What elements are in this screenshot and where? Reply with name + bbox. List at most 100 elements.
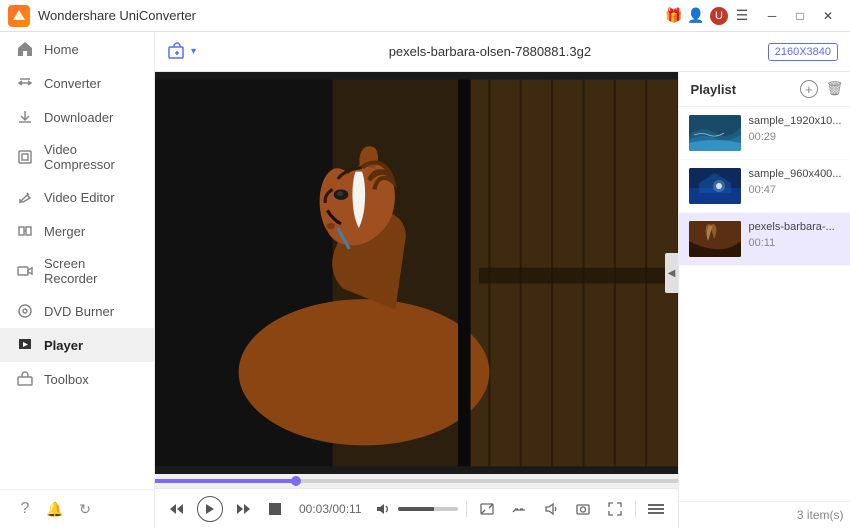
fit-screen-button[interactable]: [475, 497, 499, 521]
gift-icon[interactable]: 🎁: [666, 8, 682, 24]
playlist-item-name: sample_960x400...: [749, 168, 846, 180]
playlist-item[interactable]: sample_960x400... 00:47: [679, 160, 850, 213]
sidebar-label-player: Player: [44, 338, 83, 353]
playlist-item-duration: 00:29: [749, 131, 846, 143]
player-header: ▾ pexels-barbara-olsen-7880881.3g2 2160X…: [155, 32, 850, 72]
volume-area: [370, 497, 458, 521]
time-display: 00:03/00:11: [299, 502, 362, 516]
playlist-panel: Playlist + 🗑: [678, 72, 850, 528]
titlebar: Wondershare UniConverter 🎁 👤 U ☰ ─ □ ✕: [0, 0, 850, 32]
app-logo: [8, 5, 30, 27]
sidebar-label-downloader: Downloader: [44, 110, 113, 125]
app-title: Wondershare UniConverter: [38, 8, 666, 23]
add-file-button[interactable]: ▾: [167, 42, 196, 62]
file-title: pexels-barbara-olsen-7880881.3g2: [212, 44, 768, 59]
close-button[interactable]: ✕: [814, 5, 842, 27]
thumbnail-1: [689, 115, 741, 151]
sidebar-label-video-editor: Video Editor: [44, 190, 115, 205]
sidebar-label-dvd-burner: DVD Burner: [44, 304, 114, 319]
sidebar-label-screen-recorder: Screen Recorder: [44, 256, 138, 286]
content-area: ▾ pexels-barbara-olsen-7880881.3g2 2160X…: [155, 32, 850, 528]
sidebar-label-toolbox: Toolbox: [44, 372, 89, 387]
stop-button[interactable]: [263, 497, 287, 521]
sidebar: Home Converter Downloader Video Compress…: [0, 32, 155, 528]
help-icon[interactable]: ?: [16, 500, 34, 518]
user-icon[interactable]: 👤: [688, 8, 704, 24]
playlist-item-info: sample_1920x10... 00:29: [749, 115, 846, 151]
thumbnail-2: [689, 168, 741, 204]
progress-thumb[interactable]: [291, 476, 301, 486]
sidebar-item-converter[interactable]: Converter: [0, 66, 154, 100]
playlist-actions: + 🗑: [800, 80, 844, 98]
sidebar-item-home[interactable]: Home: [0, 32, 154, 66]
separator-1: [466, 501, 467, 517]
sidebar-item-video-editor[interactable]: Video Editor: [0, 180, 154, 214]
subtitle-button[interactable]: [507, 497, 531, 521]
sidebar-label-merger: Merger: [44, 224, 85, 239]
sidebar-item-merger[interactable]: Merger: [0, 214, 154, 248]
playlist-item-info: sample_960x400... 00:47: [749, 168, 846, 204]
sidebar-item-downloader[interactable]: Downloader: [0, 100, 154, 134]
playlist-item-duration: 00:47: [749, 184, 846, 196]
sidebar-item-dvd-burner[interactable]: DVD Burner: [0, 294, 154, 328]
collapse-playlist-arrow[interactable]: ◀: [665, 253, 678, 293]
editor-icon: [16, 188, 34, 206]
separator-2: [635, 501, 636, 517]
thumbnail-3: [689, 221, 741, 257]
fullscreen-button[interactable]: [603, 497, 627, 521]
play-button[interactable]: [197, 496, 223, 522]
playlist-item-name: pexels-barbara-...: [749, 221, 846, 233]
controls-bar: 00:03/00:11: [155, 488, 678, 528]
skip-forward-button[interactable]: [231, 497, 255, 521]
volume-icon[interactable]: [370, 497, 394, 521]
sidebar-item-video-compressor[interactable]: Video Compressor: [0, 134, 154, 180]
downloader-icon: [16, 108, 34, 126]
playlist-title: Playlist: [691, 82, 800, 97]
player-icon: [16, 336, 34, 354]
playlist-item-duration: 00:11: [749, 237, 846, 249]
menu-button[interactable]: [644, 497, 668, 521]
sidebar-label-video-compressor: Video Compressor: [44, 142, 138, 172]
skip-back-button[interactable]: [165, 497, 189, 521]
playlist-item[interactable]: sample_1920x10... 00:29: [679, 107, 850, 160]
playlist-header: Playlist + 🗑: [679, 72, 850, 107]
maximize-button[interactable]: □: [786, 5, 814, 27]
sidebar-item-screen-recorder[interactable]: Screen Recorder: [0, 248, 154, 294]
menu-icon[interactable]: ☰: [734, 8, 750, 24]
progress-fill: [155, 479, 296, 483]
sidebar-label-converter: Converter: [44, 76, 101, 91]
add-file-chevron: ▾: [191, 46, 196, 57]
sidebar-item-toolbox[interactable]: Toolbox: [0, 362, 154, 396]
add-to-playlist-button[interactable]: +: [800, 80, 818, 98]
sidebar-item-player[interactable]: Player: [0, 328, 154, 362]
volume-slider[interactable]: [398, 507, 458, 511]
playlist-items: sample_1920x10... 00:29: [679, 107, 850, 501]
merger-icon: [16, 222, 34, 240]
window-controls: ─ □ ✕: [758, 5, 842, 27]
toolbox-icon: [16, 370, 34, 388]
progress-track[interactable]: [155, 479, 678, 483]
audio-button[interactable]: [539, 497, 563, 521]
notification-icon[interactable]: 🔔: [46, 500, 64, 518]
sidebar-bottom: ? 🔔 ↻: [0, 489, 154, 528]
video-area: ◀: [155, 72, 678, 528]
home-icon: [16, 40, 34, 58]
minimize-button[interactable]: ─: [758, 5, 786, 27]
profile-icon[interactable]: U: [710, 7, 728, 25]
playlist-item-name: sample_1920x10...: [749, 115, 846, 127]
controls-right: [370, 497, 668, 521]
screenshot-button[interactable]: [571, 497, 595, 521]
sync-icon[interactable]: ↻: [76, 500, 94, 518]
player-main: ◀: [155, 72, 850, 528]
compress-icon: [16, 148, 34, 166]
progress-bar-area[interactable]: [155, 474, 678, 488]
record-icon: [16, 262, 34, 280]
dvd-icon: [16, 302, 34, 320]
main-layout: Home Converter Downloader Video Compress…: [0, 32, 850, 528]
resolution-badge: 2160X3840: [768, 43, 838, 61]
sidebar-label-home: Home: [44, 42, 79, 57]
playlist-item-info: pexels-barbara-... 00:11: [749, 221, 846, 257]
converter-icon: [16, 74, 34, 92]
remove-from-playlist-button[interactable]: 🗑: [826, 80, 844, 98]
playlist-item[interactable]: pexels-barbara-... 00:11: [679, 213, 850, 266]
